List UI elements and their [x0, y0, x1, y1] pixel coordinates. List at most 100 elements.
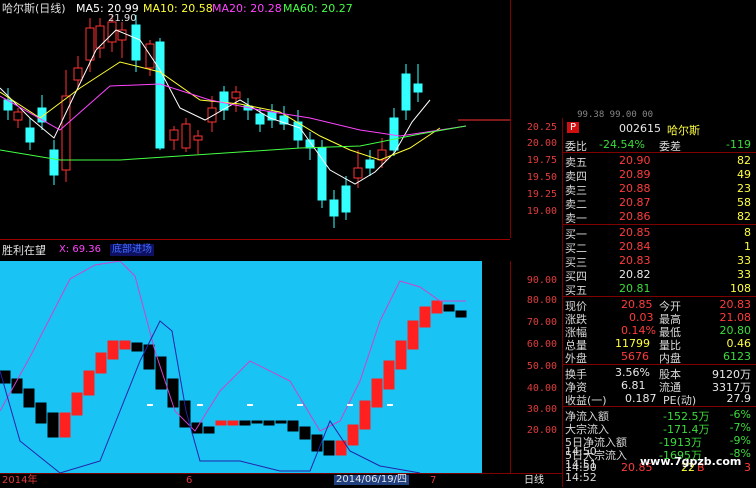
chart-title: 哈尔斯(日线)	[2, 2, 66, 15]
quote-panel: P 002615 哈尔斯 委比 -24.54% 委差 -119 卖五 20.90 8…	[562, 118, 756, 487]
indicator-dot	[247, 404, 253, 406]
indicator-bar-down	[47, 412, 59, 438]
indicator-highlight-label: 底部进场	[110, 244, 154, 256]
indicator-bar-down	[443, 304, 455, 312]
bid-price: 20.81	[619, 282, 651, 295]
indicator-tick: 20.00	[526, 425, 557, 436]
ask-volume: 49	[737, 168, 751, 181]
indicator-bar-up	[407, 320, 419, 350]
candle-down	[317, 147, 327, 201]
stat-value: 27.9	[726, 392, 752, 405]
indicator-bar-up	[395, 340, 407, 370]
stat-value: 6123	[723, 350, 751, 363]
candle-down	[155, 41, 165, 149]
indicator-name: 胜利在望	[2, 244, 46, 257]
stock-name: 哈尔斯	[667, 124, 700, 137]
indicator-bar-down	[143, 344, 155, 370]
ma10-label: MA10: 20.58	[143, 2, 213, 15]
indicator-bar-down	[299, 426, 311, 440]
flow-pct: -6%	[729, 408, 751, 421]
candle-up	[181, 123, 191, 149]
indicator-bar-down	[203, 426, 215, 434]
indicator-bar-up	[419, 306, 431, 328]
flow-pct: -9%	[729, 434, 751, 447]
candle-up	[95, 25, 105, 49]
tick-time: 14:50	[565, 445, 597, 458]
candlestick-chart[interactable]	[0, 0, 510, 238]
bid-volume: 108	[730, 282, 751, 295]
indicator-bar-up	[359, 400, 371, 430]
indicator-bar-down	[239, 420, 251, 426]
stat-value: 0.187	[625, 392, 657, 405]
date-label-start: 2014年	[2, 475, 38, 486]
ask-price: 20.90	[619, 154, 651, 167]
price-tick: 19.50	[526, 172, 557, 183]
indicator-tick: 70.00	[526, 317, 557, 328]
indicator-bar-up	[59, 412, 71, 438]
indicator-bar-down	[155, 356, 167, 390]
ma60-label: MA60: 20.27	[283, 2, 353, 15]
candle-down	[341, 185, 351, 213]
indicator-bar-up	[371, 378, 383, 408]
indicator-bar-down	[287, 420, 299, 432]
indicator-axis: 90.00 80.00 70.00 60.00 50.00 40.00 30.0…	[510, 261, 563, 473]
indicator-background	[0, 261, 482, 473]
candle-up	[107, 21, 117, 43]
price-tick: 19.25	[526, 189, 557, 200]
indicator-bar-up	[347, 424, 359, 446]
indicator-tick: 30.00	[526, 404, 557, 415]
bid-volume: 8	[744, 226, 751, 239]
indicator-bar-up	[83, 370, 95, 396]
ask-volume: 82	[737, 210, 751, 223]
indicator-tick: 50.00	[526, 361, 557, 372]
indicator-bar-up	[119, 340, 131, 350]
indicator-dot	[297, 404, 303, 406]
indicator-bar-down	[35, 402, 47, 424]
candle-up	[73, 67, 83, 81]
indicator-bar-up	[95, 352, 107, 374]
stock-badge: P	[567, 122, 580, 133]
indicator-bar-up	[215, 420, 227, 426]
bid-price: 20.82	[619, 268, 651, 281]
cursor-date: 2014/06/19/四	[334, 474, 410, 485]
price-axis: 99.38 99.00 00 20.25 20.00 19.75 19.50 1…	[510, 0, 653, 238]
indicator-tick: 60.00	[526, 339, 557, 350]
bid-volume: 1	[744, 240, 751, 253]
candle-up	[193, 135, 203, 141]
candle-down	[49, 149, 59, 176]
watermark: www.7gpzb.com	[640, 455, 742, 468]
indicator-bar-down	[275, 420, 287, 424]
indicator-x-value: X: 69.36	[59, 244, 102, 255]
indicator-tick: 90.00	[526, 275, 557, 286]
bid-volume: 33	[737, 268, 751, 281]
indicator-bar-down	[455, 310, 467, 318]
indicator-dot	[147, 404, 153, 406]
indicator-bar-up	[71, 392, 83, 416]
candle-up	[169, 129, 179, 141]
stock-code: 002615	[619, 122, 661, 135]
stat-value: 0.03	[629, 311, 654, 324]
candle-down	[131, 24, 141, 61]
candle-down	[389, 117, 399, 151]
date-label-7: 7	[430, 475, 437, 486]
candle-down	[255, 113, 265, 125]
indicator-dot	[347, 404, 353, 406]
candle-up	[13, 111, 23, 121]
period-tab[interactable]: 日线	[524, 476, 544, 486]
indicator-dot	[387, 404, 393, 406]
price-tick: 19.75	[526, 155, 557, 166]
tick-extra: 3	[744, 461, 751, 474]
pane-divider	[0, 239, 510, 240]
candle-down	[329, 199, 339, 217]
candle-up	[85, 27, 95, 61]
indicator-dot	[197, 404, 203, 406]
candle-down	[3, 99, 13, 111]
tick-time: 14:52	[565, 471, 597, 484]
indicator-chart[interactable]	[0, 261, 510, 473]
candle-up	[231, 91, 241, 99]
flow-pct: -7%	[729, 421, 751, 434]
indicator-bar-down	[23, 388, 35, 408]
stat-value: 20.80	[719, 324, 752, 337]
indicator-bar-down	[323, 440, 335, 456]
ask-volume: 82	[737, 154, 751, 167]
